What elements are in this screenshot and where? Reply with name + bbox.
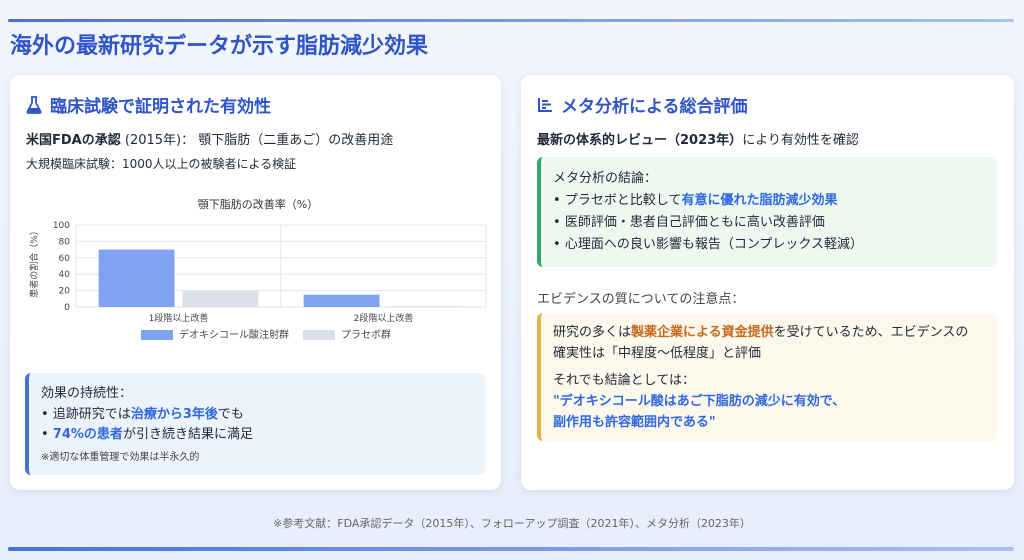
x-tick-label: 1段階以上改善 (149, 312, 209, 324)
bar-1-0 (303, 294, 380, 307)
durability-line-2-highlight: 74%の患者 (52, 427, 123, 442)
caution-quote-2: 副作用も許容範囲内である" (553, 415, 716, 430)
caution-line-1-post: を受けているため、エビデンスの (773, 325, 969, 340)
y-tick-label: 100 (53, 221, 70, 231)
bottom-accent-bar (8, 547, 1014, 551)
y-tick-label: 60 (59, 254, 71, 264)
durability-line-1-pre: • 追跡研究では (41, 407, 131, 422)
fda-approval-line: 米国FDAの承認 (2015年)： 顎下脂肪（二重あご）の改善用途 (26, 129, 393, 148)
legend-label: プラセボ群 (341, 328, 391, 341)
bar-1-1 (387, 306, 464, 308)
trial-size-line: 大規模臨床試験：1000人以上の被験者による検証 (26, 157, 297, 171)
caution-line-3: それでも結論としては： (553, 373, 695, 388)
conclusion-box: メタ分析の結論： プラセボと比較して有意に優れた脂肪減少効果 医師評価・患者自己… (537, 157, 997, 267)
legend-label: デオキシコール酸注射群 (179, 328, 289, 341)
y-tick-label: 80 (59, 237, 71, 247)
durability-line-2: • 74%の患者が引き続き結果に満足 (41, 425, 473, 445)
conclusion-item-1-pre: プラセボと比較して (564, 193, 682, 208)
caution-line-1-pre: 研究の多くは (553, 325, 632, 340)
references-footer: ※参考文献：FDA承認データ（2015年）、フォローアップ調査（2021年）、メ… (273, 517, 751, 530)
durability-title: 効果の持続性： (41, 386, 133, 401)
caution-line-1: 研究の多くは製薬企業による資金提供を受けているため、エビデンスの (553, 322, 985, 343)
top-accent-bar (8, 19, 1014, 22)
durability-line-1-post: でも (217, 407, 244, 422)
review-detail: により有効性を確認 (742, 133, 859, 148)
durability-box: 効果の持続性： • 追跡研究では治療から3年後でも • 74%の患者が引き続き結… (25, 373, 485, 475)
bar-list-icon (538, 97, 552, 112)
x-tick-label: 2段階以上改善 (354, 312, 414, 324)
meta-analysis-title: メタ分析による総合評価 (537, 92, 748, 117)
caution-line-2: 確実性は「中程度〜低程度」と評価 (553, 346, 762, 361)
page-title: 海外の最新研究データが示す脂肪減少効果 (10, 34, 429, 59)
clinical-trial-card: 臨床試験で証明された有効性 米国FDAの承認 (2015年)： 顎下脂肪（二重あ… (10, 75, 501, 490)
fda-approval-label: 米国FDAの承認 (26, 133, 121, 148)
caution-heading: エビデンスの質についての注意点： (537, 292, 745, 307)
chart-title: 顎下脂肪の改善率（%） (198, 197, 318, 211)
fda-approval-detail: (2015年)： 顎下脂肪（二重あご）の改善用途 (120, 133, 394, 148)
flask-icon (26, 95, 42, 114)
review-line: 最新の体系的レビュー（2023年）により有効性を確認 (537, 129, 859, 148)
legend-swatch (141, 330, 173, 340)
caution-line-1-highlight: 製薬企業による資金提供 (631, 325, 774, 340)
durability-note: ※適切な体重管理で効果は半永久的 (41, 452, 200, 463)
meta-analysis-card: メタ分析による総合評価 最新の体系的レビュー（2023年）により有効性を確認 メ… (521, 75, 1014, 490)
legend-swatch (303, 330, 335, 340)
caution-box: 研究の多くは製薬企業による資金提供を受けているため、エビデンスの 確実性は「中程… (537, 313, 997, 441)
durability-line-1: • 追跡研究では治療から3年後でも (41, 405, 473, 425)
y-tick-label: 40 (59, 270, 71, 280)
conclusion-item-3: 心理面への良い影響も報告（コンプレックス軽減） (553, 234, 985, 256)
durability-line-2-pre: • (41, 427, 53, 442)
improvement-chart: 顎下脂肪の改善率（%） 患者の割合（%） 0 20 40 60 80 100 1段階以上改… (16, 195, 496, 355)
review-label: 最新の体系的レビュー（2023年） (537, 133, 743, 148)
improvement-chart-svg: 顎下脂肪の改善率（%） 患者の割合（%） 0 20 40 60 80 100 1段階以上改… (28, 197, 487, 341)
conclusion-item-1: プラセボと比較して有意に優れた脂肪減少効果 (553, 190, 985, 212)
chart-ylabel: 患者の割合（%） (28, 226, 40, 298)
meta-analysis-title-text: メタ分析による総合評価 (561, 97, 748, 117)
y-tick-label: 20 (59, 287, 71, 297)
y-tick-label: 0 (64, 303, 70, 313)
caution-quote-1: "デオキシコール酸はあご下脂肪の減少に有効で、 (553, 394, 846, 409)
bar-0-1 (182, 290, 259, 307)
clinical-trial-title-text: 臨床試験で証明された有効性 (50, 97, 271, 117)
conclusion-item-1-highlight: 有意に優れた脂肪減少効果 (681, 193, 838, 208)
clinical-trial-title: 臨床試験で証明された有効性 (26, 92, 271, 117)
durability-line-1-highlight: 治療から3年後 (130, 407, 218, 422)
durability-line-2-post: が引き続き結果に満足 (122, 427, 253, 442)
bar-0-0 (98, 249, 175, 307)
conclusion-item-2: 医師評価・患者自己評価ともに高い改善評価 (553, 212, 985, 234)
conclusion-title: メタ分析の結論： (553, 171, 658, 186)
